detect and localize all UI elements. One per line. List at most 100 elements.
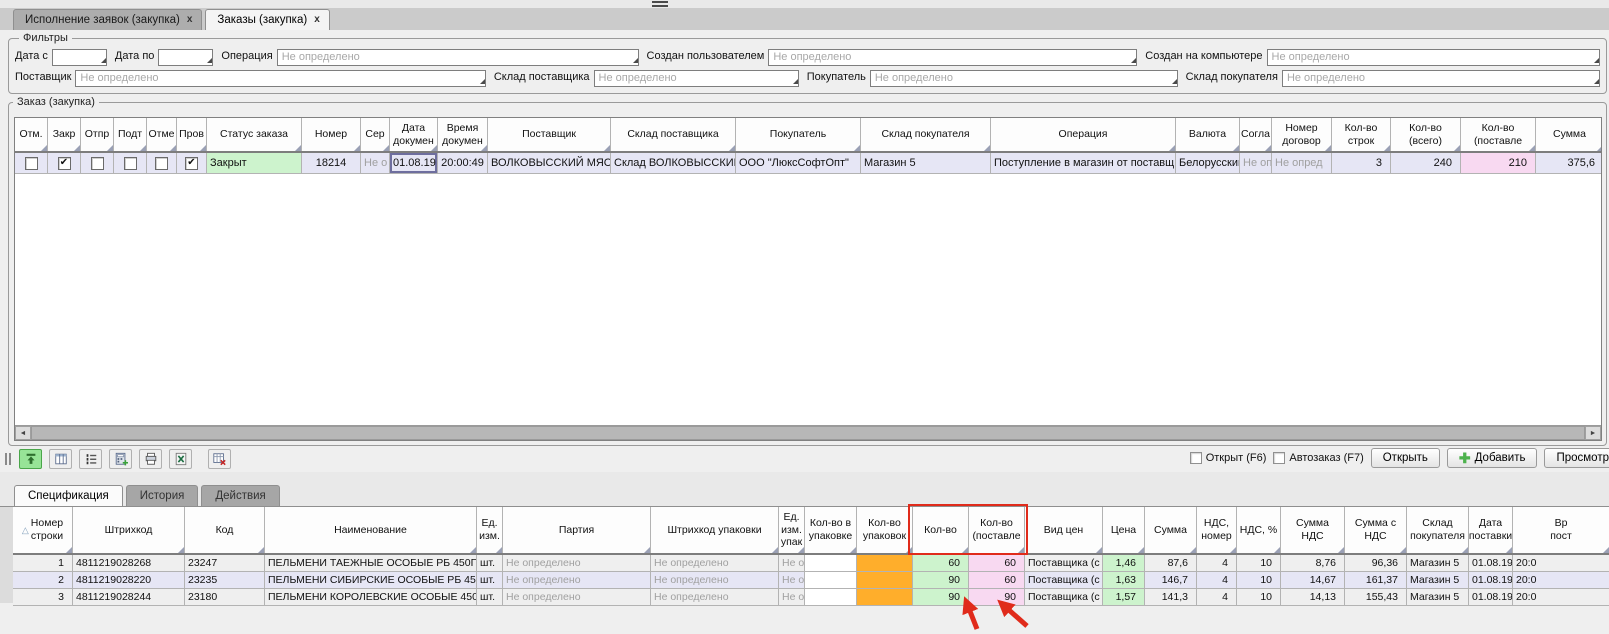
column-header[interactable]: Закр	[48, 118, 81, 151]
tab-orders-purchase[interactable]: Заказы (закупка) x	[205, 9, 329, 30]
cell[interactable]: 14,13	[1281, 589, 1345, 606]
column-header[interactable]: Штрихкод	[73, 507, 185, 553]
cell[interactable]: 10	[1237, 555, 1281, 572]
close-icon[interactable]: x	[314, 15, 320, 25]
column-header[interactable]: Ед. изм.	[477, 507, 503, 553]
remove-columns-button[interactable]	[208, 449, 231, 469]
scroll-right-icon[interactable]: ►	[1585, 426, 1601, 440]
cell[interactable]: 01.08.19	[1469, 555, 1513, 572]
column-header[interactable]: Поставщик	[488, 118, 611, 151]
checkbox-icon[interactable]	[1273, 452, 1285, 464]
column-header[interactable]: Кол-во строк	[1332, 118, 1391, 151]
splitter-grip-icon[interactable]	[652, 1, 668, 7]
cell[interactable]: Не определено	[503, 572, 651, 589]
column-header[interactable]: Кол-во (поставле	[1461, 118, 1536, 151]
column-settings-button[interactable]	[49, 449, 72, 469]
cell[interactable]: 1,57	[1103, 589, 1145, 606]
cell[interactable]: 375,6	[1536, 153, 1602, 174]
recalculate-document-button[interactable]	[109, 449, 132, 469]
cell[interactable]: 87,6	[1145, 555, 1197, 572]
open-button[interactable]: Открыть	[1371, 448, 1440, 468]
cell[interactable]: ВОЛКОВЫССКИЙ МЯСО	[488, 153, 611, 174]
cell[interactable]: 210	[1461, 153, 1536, 174]
cell[interactable]	[147, 153, 177, 174]
cell[interactable]: ПЕЛЬМЕНИ СИБИРСКИЕ ОСОБЫЕ РБ 45	[265, 572, 477, 589]
cell[interactable]: Не опр	[1240, 153, 1272, 174]
checkbox[interactable]	[185, 157, 198, 170]
cell[interactable]: 1,63	[1103, 572, 1145, 589]
column-header[interactable]: Дата поставки	[1469, 507, 1513, 553]
cell[interactable]	[15, 153, 48, 174]
line-numbering-button[interactable]	[79, 449, 102, 469]
tab-requests-execution[interactable]: Исполнение заявок (закупка) x	[13, 9, 202, 30]
column-header[interactable]: Кол-во	[913, 507, 969, 553]
cell[interactable]: 10	[1237, 572, 1281, 589]
cell[interactable]: 4811219028220	[73, 572, 185, 589]
column-header[interactable]: Склад покупателя	[1407, 507, 1469, 553]
cell[interactable]	[177, 153, 207, 174]
cell[interactable]: 90	[913, 589, 969, 606]
column-header[interactable]: Склад покупателя	[861, 118, 991, 151]
cell[interactable]	[857, 572, 913, 589]
checkbox[interactable]	[155, 157, 168, 170]
checkbox-autoorder-f7[interactable]: Автозаказ (F7)	[1273, 452, 1363, 464]
sort-ascending-icon[interactable]: △	[22, 525, 29, 536]
column-header[interactable]: НДС, номер	[1197, 507, 1237, 553]
cell[interactable]	[114, 153, 147, 174]
tab-history[interactable]: История	[126, 485, 199, 506]
cell[interactable]: 90	[969, 589, 1025, 606]
cell[interactable]: 4	[1197, 572, 1237, 589]
cell[interactable]: 60	[913, 555, 969, 572]
cell[interactable]: Поставщика (с	[1025, 589, 1103, 606]
cell[interactable]: 141,3	[1145, 589, 1197, 606]
cell[interactable]: шт.	[477, 572, 503, 589]
cell[interactable]: Не определено	[503, 589, 651, 606]
export-excel-button[interactable]	[169, 449, 192, 469]
cell[interactable]	[805, 555, 857, 572]
scroll-left-icon[interactable]: ◄	[15, 426, 31, 440]
column-header[interactable]: Код	[185, 507, 265, 553]
column-header[interactable]: Номер	[302, 118, 361, 151]
column-header[interactable]: Сер	[361, 118, 390, 151]
cell[interactable]: 10	[1237, 589, 1281, 606]
cell[interactable]: Поставщика (с	[1025, 555, 1103, 572]
filter-input-date-from[interactable]	[52, 49, 107, 66]
checkbox-open-f6[interactable]: Открыт (F6)	[1190, 452, 1267, 464]
column-header[interactable]: Кол-во упаковок	[857, 507, 913, 553]
cell[interactable]: Не определено	[651, 589, 779, 606]
cell[interactable]: Белорусский	[1176, 153, 1240, 174]
row-selector-gutter[interactable]	[0, 506, 13, 603]
cell[interactable]: Не определено	[651, 572, 779, 589]
filter-input-created-on-computer[interactable]	[1267, 49, 1600, 66]
cell[interactable]: Поступление в магазин от поставщик	[991, 153, 1176, 174]
cell[interactable]: 4811219028268	[73, 555, 185, 572]
column-header[interactable]: Валюта	[1176, 118, 1240, 151]
filter-input-supplier[interactable]	[75, 70, 485, 87]
cell[interactable]: Магазин 5	[1407, 555, 1469, 572]
column-header[interactable]: Партия	[503, 507, 651, 553]
cell[interactable]: 155,43	[1345, 589, 1407, 606]
filter-input-date-to[interactable]	[158, 49, 213, 66]
cell[interactable]: Магазин 5	[861, 153, 991, 174]
column-header[interactable]: Склад поставщика	[611, 118, 736, 151]
column-header[interactable]: Операция	[991, 118, 1176, 151]
cell[interactable]: 240	[1391, 153, 1461, 174]
cell[interactable]: 146,7	[1145, 572, 1197, 589]
column-header[interactable]: Вид цен	[1025, 507, 1103, 553]
splitter-handle-icon[interactable]	[5, 453, 11, 465]
cell[interactable]: 2	[13, 572, 73, 589]
cell[interactable]: шт.	[477, 555, 503, 572]
cell[interactable]: 20:0	[1513, 572, 1609, 589]
cell[interactable]: 96,36	[1345, 555, 1407, 572]
checkbox[interactable]	[25, 157, 38, 170]
cell[interactable]: 4	[1197, 555, 1237, 572]
cell[interactable]: ПЕЛЬМЕНИ ТАЕЖНЫЕ ОСОБЫЕ РБ 450Г	[265, 555, 477, 572]
cell[interactable]: 01.08.19	[1469, 572, 1513, 589]
cell[interactable]: 18214	[302, 153, 361, 174]
table-row[interactable]: 1481121902826823247ПЕЛЬМЕНИ ТАЕЖНЫЕ ОСОБ…	[13, 555, 1609, 572]
column-header[interactable]: Время докумен	[438, 118, 488, 151]
cell[interactable]: 3	[13, 589, 73, 606]
cell[interactable]: 1,46	[1103, 555, 1145, 572]
cell[interactable]: Поставщика (с	[1025, 572, 1103, 589]
add-button[interactable]: ✚ Добавить	[1447, 448, 1538, 468]
